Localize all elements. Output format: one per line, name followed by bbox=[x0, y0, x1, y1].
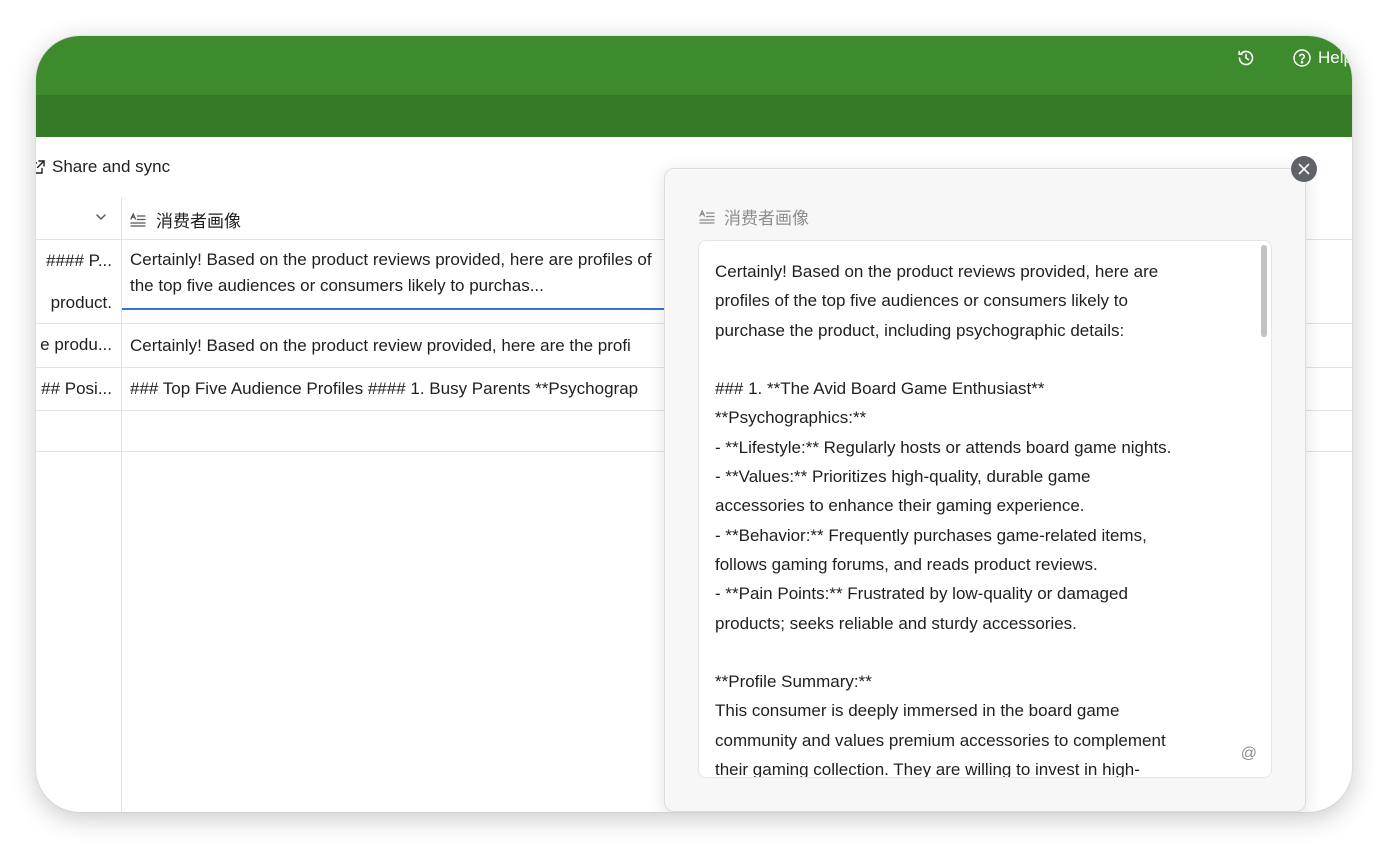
cell-text-editor[interactable]: Certainly! Based on the product reviews … bbox=[698, 240, 1272, 778]
table-cell[interactable]: product. bbox=[36, 293, 112, 313]
table-cell[interactable]: ### Top Five Audience Profiles #### 1. B… bbox=[130, 376, 670, 402]
share-label: Share and sync bbox=[52, 157, 171, 176]
help-circle-icon bbox=[1293, 49, 1311, 67]
mention-icon[interactable]: @ bbox=[1241, 745, 1257, 763]
panel-title-label: 消费者画像 bbox=[724, 209, 809, 228]
chevron-down-icon[interactable] bbox=[94, 210, 108, 224]
long-text-field-icon bbox=[699, 209, 715, 224]
table-cell[interactable]: #### P... bbox=[36, 251, 112, 271]
header-bar bbox=[36, 36, 1352, 95]
cell-text-content[interactable]: Certainly! Based on the product reviews … bbox=[715, 257, 1215, 777]
history-icon[interactable] bbox=[1236, 48, 1256, 68]
share-and-sync-button[interactable]: Share and sync bbox=[36, 157, 170, 177]
long-text-field-icon bbox=[130, 212, 146, 227]
close-panel-button[interactable] bbox=[1291, 156, 1317, 182]
grid-header-divider bbox=[1306, 239, 1352, 240]
help-button[interactable]: Help bbox=[1292, 47, 1352, 69]
panel-title: 消费者画像 bbox=[699, 204, 809, 229]
external-share-icon bbox=[36, 160, 45, 174]
column-header-label: 消费者画像 bbox=[156, 212, 241, 231]
table-cell[interactable]: ## Posi... bbox=[36, 379, 112, 399]
close-icon bbox=[1298, 163, 1310, 175]
header-subbar bbox=[36, 95, 1352, 137]
scrollbar[interactable] bbox=[1261, 245, 1267, 337]
app-window: Help Share and sync 消费者画像 #### P... Cert… bbox=[36, 36, 1352, 812]
help-label: Help bbox=[1318, 48, 1352, 67]
column-header-consumer-profile[interactable]: 消费者画像 bbox=[130, 207, 241, 232]
table-cell[interactable]: Certainly! Based on the product review p… bbox=[130, 333, 670, 359]
selected-cell-indicator bbox=[122, 308, 682, 310]
table-cell[interactable]: e produ... bbox=[36, 335, 112, 355]
expanded-cell-panel: 消费者画像 Certainly! Based on the product re… bbox=[664, 168, 1306, 812]
